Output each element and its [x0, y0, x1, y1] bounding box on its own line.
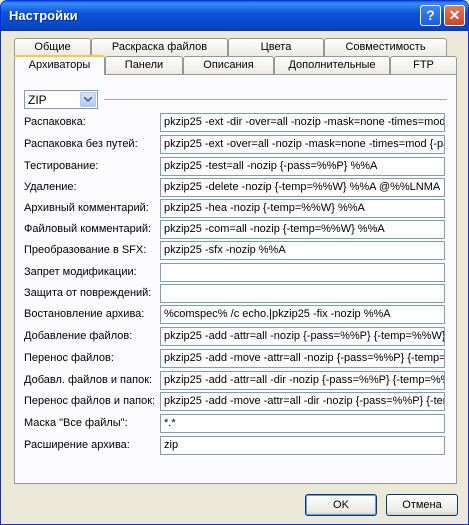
archive-comment-label: Архивный комментарий: — [24, 202, 149, 214]
file-comment-label: Файловый комментарий: — [24, 223, 152, 235]
close-button[interactable]: ✕ — [444, 5, 465, 26]
tab-archivers[interactable]: Архиваторы — [14, 55, 105, 75]
chevron-down-icon[interactable] — [80, 92, 96, 107]
tab-general[interactable]: Общие — [14, 38, 91, 56]
title-bar[interactable]: Настройки ? ✕ — [1, 1, 468, 31]
extract-input[interactable]: pkzip25 -ext -dir -over=all -nozip -mask… — [160, 113, 445, 132]
lock-label: Запрет модификации: — [24, 266, 137, 278]
settings-dialog: Настройки ? ✕ Общие Раскраска файлов Цве… — [0, 0, 469, 525]
extract-without-paths-input[interactable]: pkzip25 -ext -over=all -nozip -mask=none… — [160, 135, 445, 154]
ok-button[interactable]: OK — [305, 494, 377, 516]
archive-comment-input[interactable]: pkzip25 -hea -nozip {-temp=%%W} %%A — [160, 199, 445, 218]
delete-input[interactable]: pkzip25 -delete -nozip {-temp=%%W} %%A @… — [160, 178, 445, 197]
archive-extension-label: Расширение архива: — [24, 439, 130, 451]
tab-descriptions[interactable]: Описания — [183, 56, 274, 74]
archive-extension-input[interactable]: zip — [160, 436, 445, 455]
add-files-and-folders-input[interactable]: pkzip25 -add -attr=all -dir -nozip {-pas… — [160, 371, 445, 390]
delete-label: Удаление: — [24, 181, 77, 193]
tab-advanced[interactable]: Дополнительные — [274, 56, 390, 74]
archiver-select[interactable]: ZIP — [24, 90, 98, 109]
convert-to-sfx-label: Преобразование в SFX: — [24, 244, 147, 256]
test-input[interactable]: pkzip25 -test=all -nozip {-pass=%%P} %%A — [160, 157, 445, 176]
convert-to-sfx-input[interactable]: pkzip25 -sfx -nozip %%A — [160, 241, 445, 260]
recovery-record-label: Защита от повреждений: — [24, 287, 152, 299]
repair-input[interactable]: %comspec% /c echo.|pkzip25 -fix -nozip %… — [160, 305, 445, 324]
all-files-mask-label: Маска "Все файлы": — [24, 417, 128, 429]
move-files-label: Перенос файлов: — [24, 352, 114, 364]
tab-compatibility[interactable]: Совместимость — [324, 38, 447, 56]
extract-without-paths-label: Распаковка без путей: — [24, 138, 138, 150]
separator-line — [104, 99, 447, 101]
file-comment-input[interactable]: pkzip25 -com=all -nozip {-temp=%%W} %%A — [160, 220, 445, 239]
tab-file-highlighting[interactable]: Раскраска файлов — [91, 38, 228, 56]
move-files-and-folders-input[interactable]: pkzip25 -add -move -attr=all -dir -nozip… — [160, 392, 445, 411]
add-files-input[interactable]: pkzip25 -add -attr=all -nozip {-pass=%%P… — [160, 327, 445, 346]
add-files-and-folders-label: Добавл. файлов и папок: — [24, 374, 153, 386]
all-files-mask-input[interactable]: *.* — [160, 414, 445, 433]
extract-label: Распаковка: — [24, 116, 86, 128]
tab-colors[interactable]: Цвета — [228, 38, 324, 56]
archiver-select-value: ZIP — [28, 93, 47, 107]
tab-panels[interactable]: Панели — [105, 56, 183, 74]
add-files-label: Добавление файлов: — [24, 330, 133, 342]
cancel-button[interactable]: Отмена — [386, 494, 458, 516]
recovery-record-input[interactable] — [160, 284, 445, 303]
tab-ftp[interactable]: FTP — [390, 56, 457, 74]
move-files-and-folders-label: Перенос файлов и папок: — [24, 395, 156, 407]
test-label: Тестирование: — [24, 160, 99, 172]
help-button[interactable]: ? — [420, 5, 441, 26]
window-title: Настройки — [9, 8, 78, 23]
repair-label: Востановление архива: — [24, 308, 145, 320]
lock-input[interactable] — [160, 263, 445, 282]
move-files-input[interactable]: pkzip25 -add -move -attr=all -nozip {-pa… — [160, 349, 445, 368]
